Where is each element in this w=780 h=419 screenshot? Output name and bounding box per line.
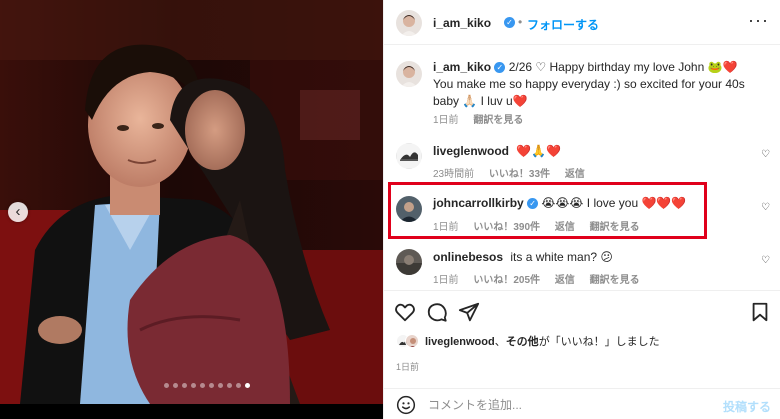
comment-username[interactable]: johncarrollkirby <box>433 196 524 210</box>
comment-body: ❤️🙏❤️ <box>516 144 562 158</box>
liked-by: liveglenwood、その他が「いいね！」しました <box>396 333 660 349</box>
carousel-dot <box>190 383 196 388</box>
carousel-dot <box>208 383 214 388</box>
reply-button[interactable]: 返信 <box>555 222 575 233</box>
comment-text: johncarrollkirby ✓ 😭😭😭 I love you ❤️❤️❤️ <box>433 195 686 212</box>
comment-username[interactable]: onlinebesos <box>433 250 503 264</box>
emoji-icon[interactable] <box>396 395 416 415</box>
comment-meta: 23時間前 いいね！33件 返信 <box>433 165 585 180</box>
caption-line-2: You make me so happy everyday :) so exci… <box>433 77 745 108</box>
author-avatar[interactable] <box>396 10 422 36</box>
share-icon[interactable] <box>458 301 480 323</box>
liked-by-suffix: が「いいね！」しました <box>538 336 660 348</box>
liked-by-text: liveglenwood、その他が「いいね！」しました <box>425 333 660 349</box>
post-panel: i_am_kiko ✓ • フォローする ··· i_am_kiko ✓ 2/2… <box>383 0 780 419</box>
comment-text: liveglenwood ❤️🙏❤️ <box>433 143 561 160</box>
verified-icon: ✓ <box>527 198 539 210</box>
post-actions: liveglenwood、その他が「いいね！」しました 1日前 <box>384 290 780 395</box>
post-comment-button[interactable]: 投稿する <box>723 398 771 415</box>
carousel-dots <box>0 383 383 388</box>
caption-translate-link[interactable]: 翻訳を見る <box>473 115 523 126</box>
media-bottom-bar <box>0 404 383 419</box>
comment-body: 😭😭😭 I love you ❤️❤️❤️ <box>541 196 687 210</box>
reply-button[interactable]: 返信 <box>565 169 585 180</box>
heart-icon[interactable] <box>394 301 416 323</box>
caption-meta: 1日前 翻訳を見る <box>433 111 523 126</box>
carousel-dot <box>217 383 223 388</box>
heart-icon[interactable]: ♡ <box>761 255 770 266</box>
carousel-dot <box>244 383 250 388</box>
author-username[interactable]: i_am_kiko <box>433 16 491 30</box>
comment-meta: 1日前 いいね！390件 返信 翻訳を見る <box>433 218 640 233</box>
caption-username[interactable]: i_am_kiko <box>433 60 491 74</box>
carousel-dot <box>181 383 187 388</box>
post-photo <box>0 0 383 404</box>
comment-time: 1日前 <box>433 275 459 286</box>
comment-meta: 1日前 いいね！205件 返信 翻訳を見る <box>433 271 640 286</box>
carousel-dot <box>235 383 241 388</box>
comment-time: 1日前 <box>433 222 459 233</box>
translate-link[interactable]: 翻訳を見る <box>590 222 640 233</box>
reply-button[interactable]: 返信 <box>555 275 575 286</box>
liked-by-connector: 、 <box>494 336 506 348</box>
bookmark-icon[interactable] <box>749 301 771 323</box>
caption-text: i_am_kiko ✓ 2/26 ♡ Happy birthday my lov… <box>433 59 763 110</box>
comment-likes[interactable]: いいね！33件 <box>489 169 550 180</box>
more-icon[interactable]: ··· <box>748 10 769 31</box>
previous-photo-button[interactable]: ‹ <box>8 202 28 222</box>
comment-likes[interactable]: いいね！390件 <box>473 222 540 233</box>
chevron-left-icon: ‹ <box>15 203 21 220</box>
comment-input[interactable] <box>428 396 708 414</box>
verified-icon: ✓ <box>494 62 506 74</box>
liker-avatar[interactable] <box>405 334 419 348</box>
separator-dot: • <box>518 15 523 29</box>
comment-icon[interactable] <box>426 301 448 323</box>
liked-by-user[interactable]: liveglenwood <box>425 336 495 348</box>
heart-icon[interactable]: ♡ <box>761 202 770 213</box>
caption-line-1: 2/26 ♡ Happy birthday my love John 🐸❤️ <box>508 60 738 74</box>
comment-avatar[interactable] <box>396 143 422 169</box>
post-header: i_am_kiko ✓ • フォローする ··· <box>384 0 780 45</box>
carousel-dot <box>172 383 178 388</box>
comment-avatar[interactable] <box>396 196 422 222</box>
translate-link[interactable]: 翻訳を見る <box>590 275 640 286</box>
comment-body: its a white man? 😕 <box>510 250 613 264</box>
comment-avatar[interactable] <box>396 249 422 275</box>
liked-by-others[interactable]: その他 <box>506 336 539 348</box>
comment-likes[interactable]: いいね！205件 <box>473 275 540 286</box>
comment-username[interactable]: liveglenwood <box>433 144 509 158</box>
heart-icon[interactable]: ♡ <box>761 149 770 160</box>
carousel-dot <box>163 383 169 388</box>
post-media[interactable]: ‹ <box>0 0 383 419</box>
follow-button[interactable]: フォローする <box>527 16 599 33</box>
post-time[interactable]: 1日前 <box>396 360 419 373</box>
comment-text: onlinebesos its a white man? 😕 <box>433 249 613 266</box>
add-comment-bar: 投稿する <box>384 388 780 419</box>
caption-avatar[interactable] <box>396 61 422 87</box>
caption-time: 1日前 <box>433 115 459 126</box>
carousel-dot <box>226 383 232 388</box>
carousel-dot <box>199 383 205 388</box>
verified-icon: ✓ <box>504 17 515 28</box>
comment-time: 23時間前 <box>433 169 475 180</box>
